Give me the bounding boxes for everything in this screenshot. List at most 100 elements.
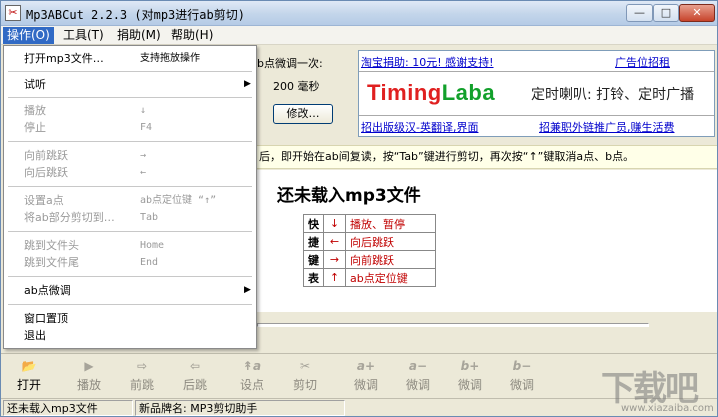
jump-forward-button[interactable]: ⇨ 前跳 xyxy=(118,356,166,394)
menu-separator xyxy=(8,97,252,98)
menu-item-cut-ab[interactable]: 将ab部分剪切到… Tab xyxy=(4,209,256,226)
menu-item-label: 跳到文件头 xyxy=(24,239,79,252)
menu-item-shortcut: → xyxy=(140,150,147,161)
menu-item-shortcut: End xyxy=(140,257,159,268)
menu-item-ab-adjust[interactable]: ab点微调 ▶ xyxy=(4,282,256,299)
set-point-button[interactable]: ↟a 设点 xyxy=(228,356,276,394)
load-status-text: 还未载入mp3文件 xyxy=(277,186,421,206)
menu-item-set-a-point[interactable]: 设置a点 ab点定位键 “↑” xyxy=(4,192,256,209)
table-key-cell: 键 xyxy=(303,250,324,269)
status-file: 还未载入mp3文件 xyxy=(3,400,133,416)
table-row: 表 ↑ ab点定位键 xyxy=(303,268,436,287)
b-point-adjust-label: b点微调一次: xyxy=(257,57,323,70)
scissors-app-icon: ✂ xyxy=(5,5,21,21)
play-label: 播放 xyxy=(76,378,101,392)
menu-item-label: 将ab部分剪切到… xyxy=(24,211,115,224)
play-button[interactable]: ▶ 播放 xyxy=(65,356,113,394)
timinglaba-banner[interactable]: TimingLaba xyxy=(367,80,495,106)
menu-separator xyxy=(8,71,252,72)
ad-divider xyxy=(359,115,714,116)
table-key-cell: 快 xyxy=(303,214,324,233)
table-desc-cell: 向后跳跃 xyxy=(345,232,436,251)
menu-item-play[interactable]: 播放 ↓ xyxy=(4,102,256,119)
cut-button[interactable]: ✂ 剪切 xyxy=(281,356,329,394)
table-key-cell: 表 xyxy=(303,268,324,287)
brand-part-2: Laba xyxy=(441,80,496,105)
close-button[interactable]: ✕ xyxy=(679,4,715,22)
promoter-link[interactable]: 招兼职外链推广员,赚生活费 xyxy=(539,119,675,135)
title-bar[interactable]: ✂ Mp3ABCut 2.2.3 (对mp3进行ab剪切) — □ ✕ xyxy=(1,1,717,26)
menu-item-exit[interactable]: 退出 xyxy=(4,327,256,344)
menu-help[interactable]: 帮助(H) xyxy=(167,27,217,44)
adjust-b-plus-button[interactable]: b+ 微调 xyxy=(446,356,494,394)
menu-operation[interactable]: 操作(O) xyxy=(3,27,54,44)
adjust-b-minus-button[interactable]: b− 微调 xyxy=(498,356,546,394)
open-button[interactable]: 📂 打开 xyxy=(5,356,53,394)
position-slider[interactable] xyxy=(257,323,649,327)
up-arrow-icon: ↑ xyxy=(323,268,346,287)
menu-tools[interactable]: 工具(T) xyxy=(59,27,108,44)
menu-item-jump-backward[interactable]: 向后跳跃 ← xyxy=(4,164,256,181)
menu-item-shortcut: Home xyxy=(140,240,165,251)
menu-item-shortcut: ↓ xyxy=(140,105,147,116)
table-row: 捷 ← 向后跳跃 xyxy=(303,232,436,251)
menu-separator xyxy=(8,276,252,277)
maximize-button[interactable]: □ xyxy=(653,4,679,22)
menu-item-stop[interactable]: 停止 F4 xyxy=(4,119,256,136)
cut-label: 剪切 xyxy=(292,378,317,392)
menu-item-preview[interactable]: 试听 ▶ xyxy=(4,76,256,93)
ad-divider xyxy=(359,71,714,72)
menu-separator xyxy=(8,231,252,232)
table-row: 键 → 向前跳跃 xyxy=(303,250,436,269)
menu-item-shortcut: Tab xyxy=(140,212,159,223)
translator-link[interactable]: 招出版级汉-英翻译,界面 xyxy=(361,119,478,135)
menu-item-go-to-end[interactable]: 跳到文件尾 End xyxy=(4,254,256,271)
jump-backward-button[interactable]: ⇦ 后跳 xyxy=(171,356,219,394)
menu-item-jump-forward[interactable]: 向前跳跃 → xyxy=(4,147,256,164)
app-window: ✂ Mp3ABCut 2.2.3 (对mp3进行ab剪切) — □ ✕ 操作(O… xyxy=(0,0,718,417)
menu-item-go-to-start[interactable]: 跳到文件头 Home xyxy=(4,237,256,254)
b-point-adjust-value: 200 毫秒 xyxy=(273,80,320,93)
ad-space-link[interactable]: 广告位招租 xyxy=(615,54,670,70)
usage-hint: 后，即开始在ab间复读，按“Tab”键进行剪切，再次按“↑”键取消a点、b点。 xyxy=(257,145,717,169)
menu-item-label: 窗口置顶 xyxy=(24,312,68,325)
adjust-a-minus-button[interactable]: a− 微调 xyxy=(394,356,442,394)
menu-item-open-mp3[interactable]: 打开mp3文件… 支持拖放操作 xyxy=(4,50,256,67)
menu-separator xyxy=(8,304,252,305)
menu-item-label: 播放 xyxy=(24,104,46,117)
submenu-arrow-icon: ▶ xyxy=(244,285,251,295)
menu-item-label: 退出 xyxy=(24,329,46,342)
menu-donate[interactable]: 捐助(M) xyxy=(113,27,165,44)
jump-forward-label: 前跳 xyxy=(129,378,154,392)
forward-icon: ⇨ xyxy=(136,359,148,373)
menu-item-label: 打开mp3文件… xyxy=(24,52,104,65)
adjust-label: 微调 xyxy=(353,378,378,392)
set-point-icon: ↟a xyxy=(242,359,262,373)
set-point-label: 设点 xyxy=(239,378,264,392)
menu-item-shortcut: ← xyxy=(140,167,147,178)
open-label: 打开 xyxy=(16,378,41,392)
menu-bar: 操作(O) 工具(T) 捐助(M) 帮助(H) xyxy=(1,26,717,45)
minimize-button[interactable]: — xyxy=(626,4,653,22)
down-arrow-icon: ↓ xyxy=(323,214,346,233)
jump-backward-label: 后跳 xyxy=(182,378,207,392)
operation-menu-dropdown: 打开mp3文件… 支持拖放操作 试听 ▶ 播放 ↓ 停止 F4 向前跳跃 → 向… xyxy=(3,45,257,349)
shortcut-table: 快 ↓ 播放、暂停 捷 ← 向后跳跃 键 → 向前跳跃 表 ↑ ab点定位键 xyxy=(303,214,436,287)
menu-item-label: ab点微调 xyxy=(24,284,71,297)
window-title: Mp3ABCut 2.2.3 (对mp3进行ab剪切) xyxy=(26,8,245,22)
menu-item-label: 向后跳跃 xyxy=(24,166,68,179)
table-desc-cell: 播放、暂停 xyxy=(345,214,436,233)
b-minus-icon: b− xyxy=(512,359,532,373)
adjust-a-plus-button[interactable]: a+ 微调 xyxy=(342,356,390,394)
right-arrow-icon: → xyxy=(323,250,346,269)
menu-item-label: 停止 xyxy=(24,121,46,134)
backward-icon: ⇦ xyxy=(189,359,201,373)
modify-button[interactable]: 修改… xyxy=(273,104,333,124)
a-plus-icon: a+ xyxy=(356,359,376,373)
menu-item-shortcut: F4 xyxy=(140,122,153,133)
donate-link[interactable]: 淘宝捐助: 10元! 感谢支持! xyxy=(361,54,494,70)
banner-slogan[interactable]: 定时喇叭: 打铃、定时广播 xyxy=(531,84,694,104)
menu-item-label: 向前跳跃 xyxy=(24,149,68,162)
menu-item-always-on-top[interactable]: 窗口置顶 xyxy=(4,310,256,327)
adjust-label: 微调 xyxy=(405,378,430,392)
